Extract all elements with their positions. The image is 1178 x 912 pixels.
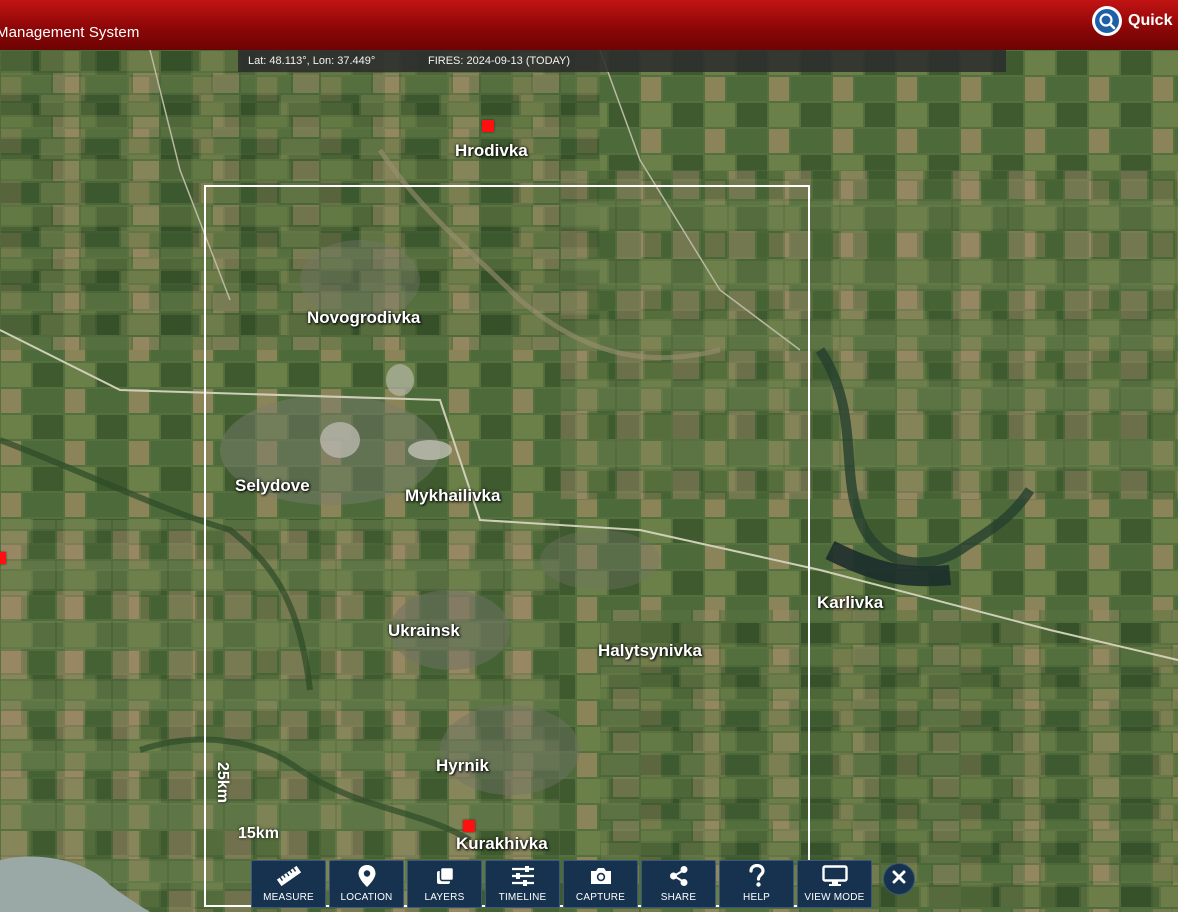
sliders-icon: [511, 862, 535, 890]
place-label: Hrodivka: [455, 141, 528, 160]
question-icon: [748, 862, 766, 890]
area-of-interest-box: [204, 185, 810, 907]
share-icon: [668, 862, 690, 890]
scale-vertical: 25km: [214, 762, 231, 803]
measure-button[interactable]: MEASURE: [251, 860, 326, 908]
fire-marker[interactable]: [482, 120, 494, 132]
measure-label: MEASURE: [263, 892, 314, 903]
quick-search-button[interactable]: Quick: [1092, 6, 1172, 36]
place-label: Mykhailivka: [405, 486, 501, 505]
search-icon: [1092, 6, 1122, 36]
help-label: HELP: [743, 892, 770, 903]
place-label: Kurakhivka: [456, 834, 548, 853]
share-button[interactable]: SHARE: [641, 860, 716, 908]
timeline-button[interactable]: TIMELINE: [485, 860, 560, 908]
place-label: Halytsynivka: [598, 641, 702, 660]
view-mode-button[interactable]: VIEW MODE: [797, 860, 872, 908]
place-label: Ukrainsk: [388, 621, 460, 640]
view-mode-label: VIEW MODE: [804, 892, 865, 903]
cursor-coordinates: Lat: 48.113°, Lon: 37.449°: [248, 55, 376, 67]
close-toolbar-button[interactable]: [883, 863, 915, 895]
monitor-icon: [821, 862, 848, 890]
satellite-map[interactable]: Hrodivka Novogrodivka Selydove Mykhailiv…: [0, 50, 1178, 912]
scale-horizontal: 15km: [238, 825, 279, 842]
location-button[interactable]: LOCATION: [329, 860, 404, 908]
ruler-icon: [276, 862, 302, 890]
location-label: LOCATION: [340, 892, 393, 903]
quick-label: Quick: [1128, 12, 1173, 29]
info-bar: Lat: 48.113°, Lon: 37.449° FIRES: 2024-0…: [238, 50, 1006, 72]
place-label: Hyrnik: [436, 756, 489, 775]
app-title: Management System: [0, 24, 140, 41]
app-header: Management System Quick: [0, 0, 1178, 50]
help-button[interactable]: HELP: [719, 860, 794, 908]
fire-marker[interactable]: [0, 552, 6, 564]
camera-icon: [589, 862, 613, 890]
fire-marker[interactable]: [463, 820, 475, 832]
map-toolbar: MEASURE LOCATION LAYERS TIMELINE CAPTURE…: [251, 860, 872, 910]
layers-label: LAYERS: [424, 892, 465, 903]
layers-icon: [434, 862, 456, 890]
capture-button[interactable]: CAPTURE: [563, 860, 638, 908]
capture-label: CAPTURE: [575, 892, 626, 903]
place-label: Karlivka: [817, 593, 884, 612]
place-label: Novogrodivka: [307, 308, 421, 327]
share-label: SHARE: [660, 892, 697, 903]
timeline-label: TIMELINE: [498, 892, 547, 903]
close-icon: [892, 870, 906, 889]
map-pin-icon: [357, 862, 377, 890]
fires-date: FIRES: 2024-09-13 (TODAY): [428, 55, 571, 67]
layers-button[interactable]: LAYERS: [407, 860, 482, 908]
place-label: Selydove: [235, 476, 310, 495]
